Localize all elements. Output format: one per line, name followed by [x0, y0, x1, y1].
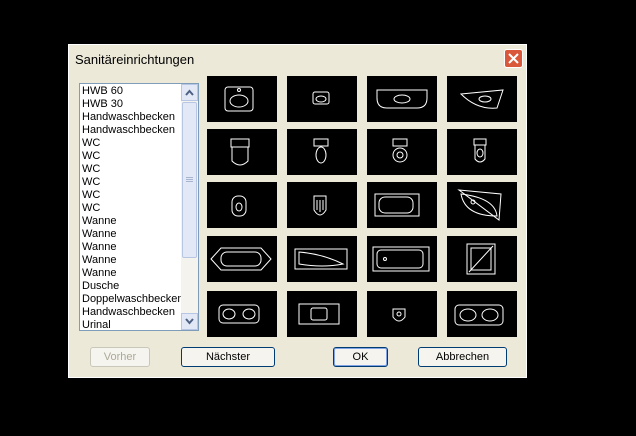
bathtub-rect-icon	[374, 193, 420, 217]
bathtub-tapered-icon	[294, 248, 348, 270]
fixture-tile[interactable]	[287, 236, 357, 282]
list-item[interactable]: Dusche	[82, 280, 180, 293]
fixture-tile[interactable]	[287, 129, 357, 175]
chevron-up-icon	[185, 89, 194, 96]
fixture-tile[interactable]	[367, 129, 437, 175]
bathtub-built-in-icon	[372, 246, 430, 272]
prev-button[interactable]: Vorher	[90, 347, 150, 367]
scroll-up-button[interactable]	[181, 84, 198, 101]
list-item[interactable]: WC	[82, 137, 180, 150]
fixture-tile[interactable]	[367, 236, 437, 282]
fixture-tile[interactable]	[367, 76, 437, 122]
fixture-tile[interactable]	[447, 291, 517, 337]
wc-tank-icon	[313, 138, 329, 164]
fixture-tile[interactable]	[447, 129, 517, 175]
wc-round-icon	[392, 138, 408, 163]
fixture-tile[interactable]	[207, 129, 277, 175]
list-item[interactable]: WC	[82, 150, 180, 163]
wc-compact-icon	[231, 195, 247, 217]
fixture-tile[interactable]	[207, 291, 277, 337]
wc-large-icon	[230, 138, 250, 166]
fixture-tile[interactable]	[207, 236, 277, 282]
close-x-icon	[508, 53, 519, 64]
list-item[interactable]: Handwaschbecken	[82, 124, 180, 137]
fixture-tile[interactable]	[447, 236, 517, 282]
fixture-tile[interactable]	[207, 182, 277, 228]
double-sink-icon	[454, 304, 504, 326]
fixture-tile[interactable]	[287, 76, 357, 122]
list-item[interactable]: Wanne	[82, 254, 180, 267]
urinal-icon	[392, 308, 406, 322]
list-item[interactable]: HWB 60	[82, 85, 180, 98]
close-button[interactable]	[504, 49, 523, 68]
fixture-tile[interactable]	[367, 291, 437, 337]
washbasin-large-icon	[224, 86, 254, 112]
fixture-tile[interactable]	[447, 76, 517, 122]
cancel-button[interactable]: Abbrechen	[418, 347, 507, 367]
list-item[interactable]: Wanne	[82, 241, 180, 254]
fixture-tile[interactable]	[207, 76, 277, 122]
fixture-tile[interactable]	[447, 182, 517, 228]
fixture-tile[interactable]	[287, 182, 357, 228]
bathtub-corner-icon	[457, 189, 502, 221]
fixture-listbox[interactable]: HWB 60 HWB 30 Handwaschbecken Handwaschbeck…	[79, 83, 199, 331]
fixture-tile[interactable]	[287, 291, 357, 337]
washbasin-small-icon	[312, 91, 330, 105]
countertop-basin-icon	[376, 89, 428, 109]
list-item[interactable]: WC	[82, 189, 180, 202]
list-item[interactable]: WC	[82, 176, 180, 189]
wc-wall-icon	[313, 195, 327, 216]
bathtub-octagon-icon	[210, 247, 272, 271]
wc-narrow-icon	[473, 138, 487, 163]
list-item[interactable]: Handwaschbecken	[82, 306, 180, 319]
fixture-tile[interactable]	[367, 182, 437, 228]
dialog-title: Sanitäreinrichtungen	[75, 52, 195, 67]
handbasin-counter-icon	[298, 303, 340, 325]
title-bar: Sanitäreinrichtungen	[69, 45, 526, 72]
sanitary-dialog: Sanitäreinrichtungen HWB 60 HWB 30 Handwas…	[68, 44, 527, 378]
scroll-thumb[interactable]	[182, 102, 197, 258]
next-button[interactable]: Nächster	[181, 347, 275, 367]
ok-button[interactable]: OK	[333, 347, 388, 367]
list-item[interactable]: Wanne	[82, 267, 180, 280]
list-item[interactable]: Urinal	[82, 319, 180, 330]
list-item[interactable]: Handwaschbecken	[82, 111, 180, 124]
list-item[interactable]: HWB 30	[82, 98, 180, 111]
double-washbasin-icon	[218, 304, 260, 324]
list-item[interactable]: Wanne	[82, 228, 180, 241]
list-item[interactable]: WC	[82, 163, 180, 176]
corner-basin-icon	[459, 89, 504, 109]
list-item[interactable]: Wanne	[82, 215, 180, 228]
fixture-list-items: HWB 60 HWB 30 Handwaschbecken Handwaschbeck…	[82, 85, 184, 330]
chevron-down-icon	[185, 318, 194, 325]
list-item[interactable]: WC	[82, 202, 180, 215]
list-scrollbar[interactable]	[181, 84, 198, 330]
shower-tray-icon	[466, 243, 496, 275]
scroll-down-button[interactable]	[181, 313, 198, 330]
list-item[interactable]: Doppelwaschbecken	[82, 293, 184, 306]
